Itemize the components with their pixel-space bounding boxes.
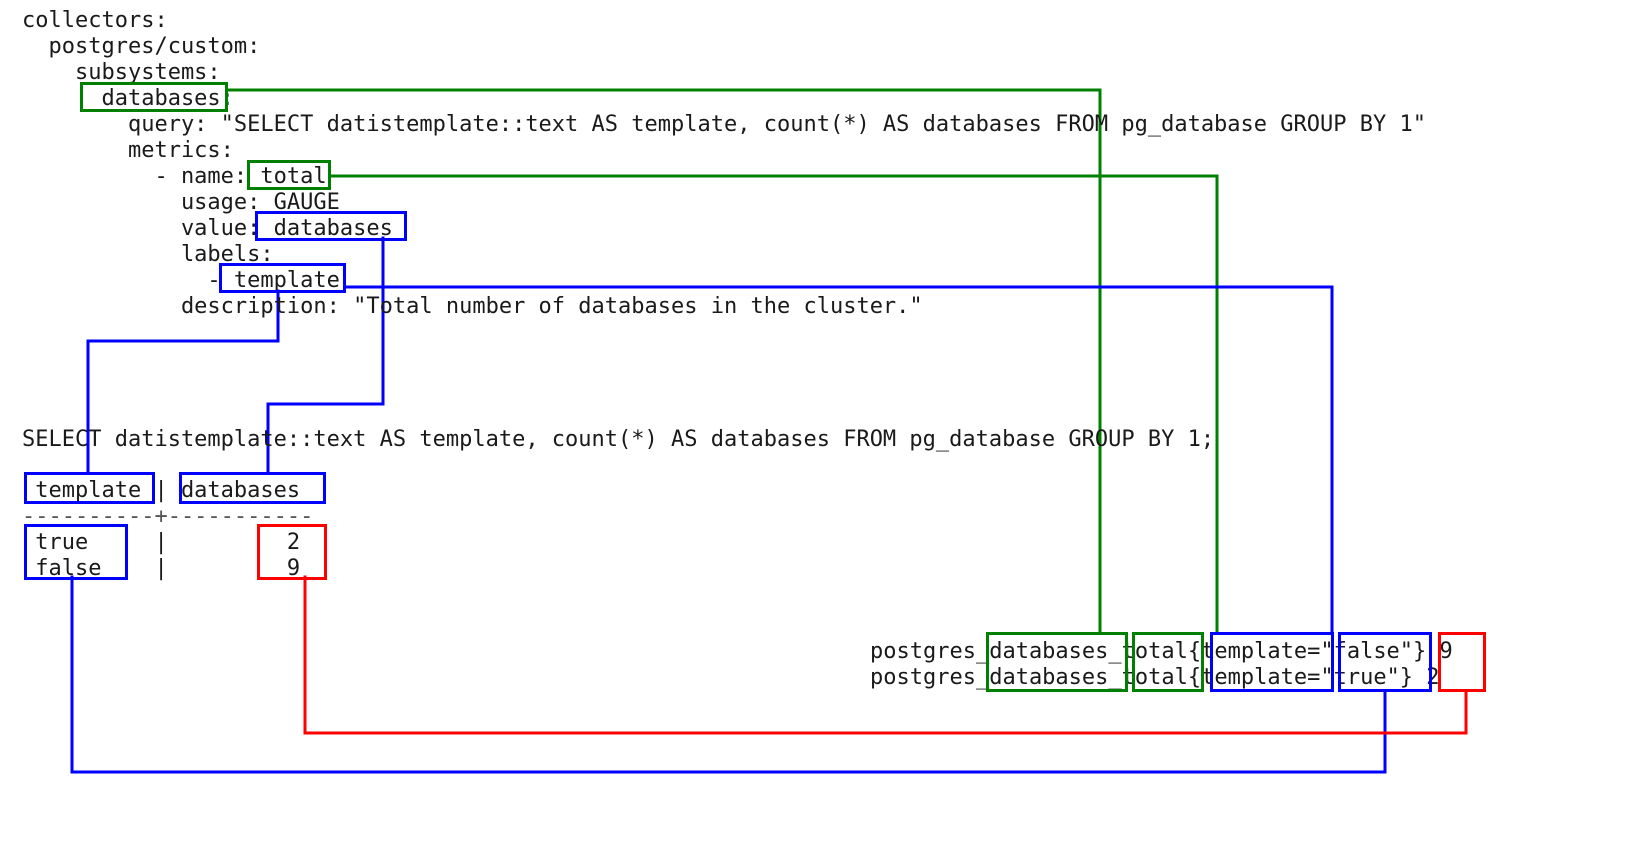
yaml-line-query: query: "SELECT datistemplate::text AS te… bbox=[22, 112, 1426, 137]
wire-subsystem-to-prom-metric bbox=[226, 88, 1102, 634]
yaml-line-metric-description: description: "Total number of databases … bbox=[22, 294, 923, 319]
sql-data-row-1: true | 2 bbox=[22, 530, 301, 555]
yaml-line-metric-labels: labels: bbox=[22, 242, 274, 267]
yaml-line-metrics: metrics: bbox=[22, 138, 234, 163]
sql-separator-row: ----------+----------- bbox=[22, 504, 314, 529]
prometheus-sample-1: postgres_databases_total{template="false… bbox=[870, 639, 1453, 664]
sql-statement: SELECT datistemplate::text AS template, … bbox=[22, 427, 1215, 452]
yaml-line-collector-id: postgres/custom: bbox=[22, 34, 261, 59]
wire-metric-name-to-prom-suffix bbox=[329, 174, 1219, 634]
yaml-line-subsystem-databases: databases: bbox=[22, 86, 234, 111]
prometheus-sample-2: postgres_databases_total{template="true"… bbox=[870, 665, 1440, 690]
yaml-line-collectors: collectors: bbox=[22, 8, 168, 33]
wire-label-to-prom-labelkey bbox=[344, 285, 1334, 634]
sql-header-row: template | databases bbox=[22, 478, 301, 503]
yaml-line-metric-value: value: databases bbox=[22, 216, 393, 241]
yaml-line-metric-name: - name: total bbox=[22, 164, 327, 189]
sql-data-row-2: false | 9 bbox=[22, 556, 301, 581]
yaml-line-subsystems: subsystems: bbox=[22, 60, 221, 85]
yaml-line-metric-usage: usage: GAUGE bbox=[22, 190, 340, 215]
yaml-line-metric-label-template: - template bbox=[22, 268, 340, 293]
diagram-canvas: collectors: postgres/custom: subsystems:… bbox=[0, 0, 1642, 847]
